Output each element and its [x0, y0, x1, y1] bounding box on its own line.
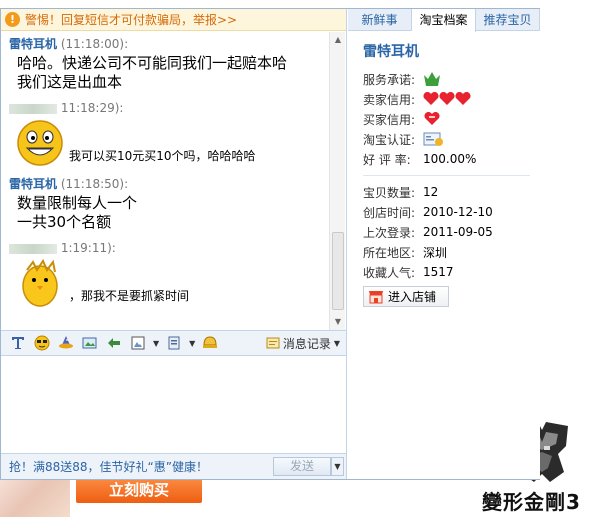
chat-window: ! 警惕！回复短信才可付款骗局，举报>> 雷特耳机 (11:18:00): 哈哈… [0, 8, 540, 480]
certification-icon[interactable] [423, 131, 445, 147]
chevron-down-icon: ▼ [333, 338, 340, 348]
positive-rate-value: 100.00% [423, 152, 477, 166]
info-row: 创店时间: 2010-12-10 [348, 202, 540, 222]
yellow-chick-emoji [22, 258, 58, 307]
warning-text[interactable]: 警惕！回复短信才可付款骗局，举报>> [25, 11, 237, 28]
info-label: 宝贝数量: [363, 185, 416, 200]
magic-hat-icon[interactable] [57, 334, 75, 352]
info-label: 买家信用: [363, 112, 416, 127]
chevron-down-icon[interactable]: ▼ [189, 339, 195, 348]
info-value: 2011-09-05 [423, 225, 493, 239]
enter-shop-button[interactable]: 进入店铺 [363, 286, 449, 307]
message-header: 11:18:29): [9, 98, 329, 118]
message-list: 雷特耳机 (11:18:00): 哈哈。快递公司不可能同我们一起赔本哈 我们这是… [1, 32, 329, 328]
message-line: 数量限制每人一个 [17, 194, 138, 212]
info-label: 服务承诺: [363, 72, 416, 87]
message-line: 我们这是出血本 [17, 73, 123, 91]
redacted-sender-name [9, 243, 57, 254]
message-header: 雷特耳机 (11:18:00): [9, 34, 329, 54]
info-label: 创店时间: [363, 205, 416, 220]
background-image-strip [0, 480, 70, 517]
bottom-bar: 抢！满88送88，佳节好礼“惠”健康！ 发送 ▼ [1, 453, 346, 479]
message-time: (11:18:00): [60, 37, 129, 51]
enter-shop-label: 进入店铺 [388, 290, 437, 304]
heart-icon[interactable] [423, 112, 441, 126]
chat-pane: ! 警惕！回复短信才可付款骗局，举报>> 雷特耳机 (11:18:00): 哈哈… [1, 9, 347, 479]
tab-recommended[interactable]: 推荐宝贝 [476, 9, 540, 30]
message-header: 雷特耳机 (11:18:50): [9, 174, 329, 194]
shop-panel: 新鲜事 淘宝档案 推荐宝贝 雷特耳机 服务承诺: 卖家信用: 买家信用: 淘宝认… [348, 9, 540, 479]
grinning-face-emoji [17, 120, 63, 166]
send-button[interactable]: 发送 [273, 457, 331, 476]
info-value: 深圳 [423, 245, 448, 260]
info-label: 淘宝认证: [363, 132, 416, 147]
buy-now-button[interactable]: 立刻购买 [76, 479, 202, 503]
promise-icon[interactable] [423, 71, 441, 87]
message-text: ，那我不是要抓紧时间 [69, 289, 190, 303]
info-row: 上次登录: 2011-09-05 [348, 222, 540, 242]
message-row: 我可以买10元买10个吗，哈哈哈哈 [9, 118, 329, 168]
scroll-up-icon[interactable]: ▲ [332, 34, 344, 46]
info-row: 所在地区: 深圳 [348, 242, 540, 262]
tab-taobao-profile[interactable]: 淘宝档案 [412, 9, 476, 32]
message-time: 11:18:29): [60, 101, 124, 115]
message-line: 哈哈。快递公司不可能同我们一起赔本哈 [17, 54, 288, 72]
info-row: 收藏人气: 1517 [348, 262, 540, 282]
message-text: 我可以买10元买10个吗，哈哈哈哈 [69, 149, 256, 163]
warning-icon: ! [5, 12, 20, 27]
divider [363, 175, 530, 176]
font-icon[interactable] [9, 334, 27, 352]
info-label: 收藏人气: [363, 265, 416, 280]
history-icon [266, 337, 280, 349]
info-value: 2010-12-10 [423, 205, 493, 219]
shop-name[interactable]: 雷特耳机 [363, 41, 540, 61]
info-value: 12 [423, 185, 439, 199]
panel-tabs: 新鲜事 淘宝档案 推荐宝贝 [348, 9, 540, 32]
sender-name[interactable]: 雷特耳机 [9, 177, 57, 191]
send-options-chevron-icon[interactable]: ▼ [331, 457, 344, 476]
shop-icon [369, 290, 383, 303]
info-row: 淘宝认证: [348, 129, 540, 149]
tab-news[interactable]: 新鲜事 [348, 9, 412, 30]
scroll-thumb[interactable] [332, 232, 344, 310]
redacted-sender-name [9, 103, 57, 114]
shake-icon[interactable] [165, 334, 183, 352]
message-time: 1:19:11): [60, 241, 116, 255]
info-row: 买家信用: [348, 109, 540, 129]
info-label: 好 评 率: [363, 152, 411, 167]
scroll-down-icon[interactable]: ▼ [332, 316, 344, 328]
message-scrollbar[interactable]: ▲ ▼ [329, 32, 345, 330]
info-row: 卖家信用: [348, 89, 540, 109]
message-header: 1:19:11): [9, 238, 329, 258]
info-label: 上次登录: [363, 225, 416, 240]
three-hearts-icon[interactable] [423, 92, 471, 106]
info-label: 所在地区: [363, 245, 416, 260]
bell-icon[interactable] [201, 334, 219, 352]
info-row: 服务承诺: [348, 69, 540, 89]
send-image-icon[interactable] [81, 334, 99, 352]
screenshot-icon[interactable] [105, 334, 123, 352]
promo-link[interactable]: 抢！满88送88，佳节好礼“惠”健康！ [9, 458, 208, 475]
chat-toolbar: ▼ ▼ 消息记录 ▼ [1, 330, 346, 356]
info-label: 卖家信用: [363, 92, 416, 107]
history-label: 消息记录 [282, 336, 331, 351]
info-row: 宝贝数量: 12 [348, 182, 540, 202]
message-time: (11:18:50): [60, 177, 129, 191]
message-row: ，那我不是要抓紧时间 [9, 258, 329, 308]
warning-bar[interactable]: ! 警惕！回复短信才可付款骗局，举报>> [1, 9, 346, 31]
info-value: 1517 [423, 265, 454, 279]
chevron-down-icon[interactable]: ▼ [153, 339, 159, 348]
message-input[interactable] [1, 357, 346, 453]
message-line: 一共30个名额 [17, 213, 112, 231]
info-row: 好 评 率: 100.00% [348, 149, 540, 169]
emoticon-icon[interactable] [33, 334, 51, 352]
message-history-button[interactable]: 消息记录 ▼ [266, 335, 346, 352]
picture-icon[interactable] [129, 334, 147, 352]
movie-title-text: 變形金剛3 [482, 490, 581, 514]
sender-name[interactable]: 雷特耳机 [9, 37, 57, 51]
